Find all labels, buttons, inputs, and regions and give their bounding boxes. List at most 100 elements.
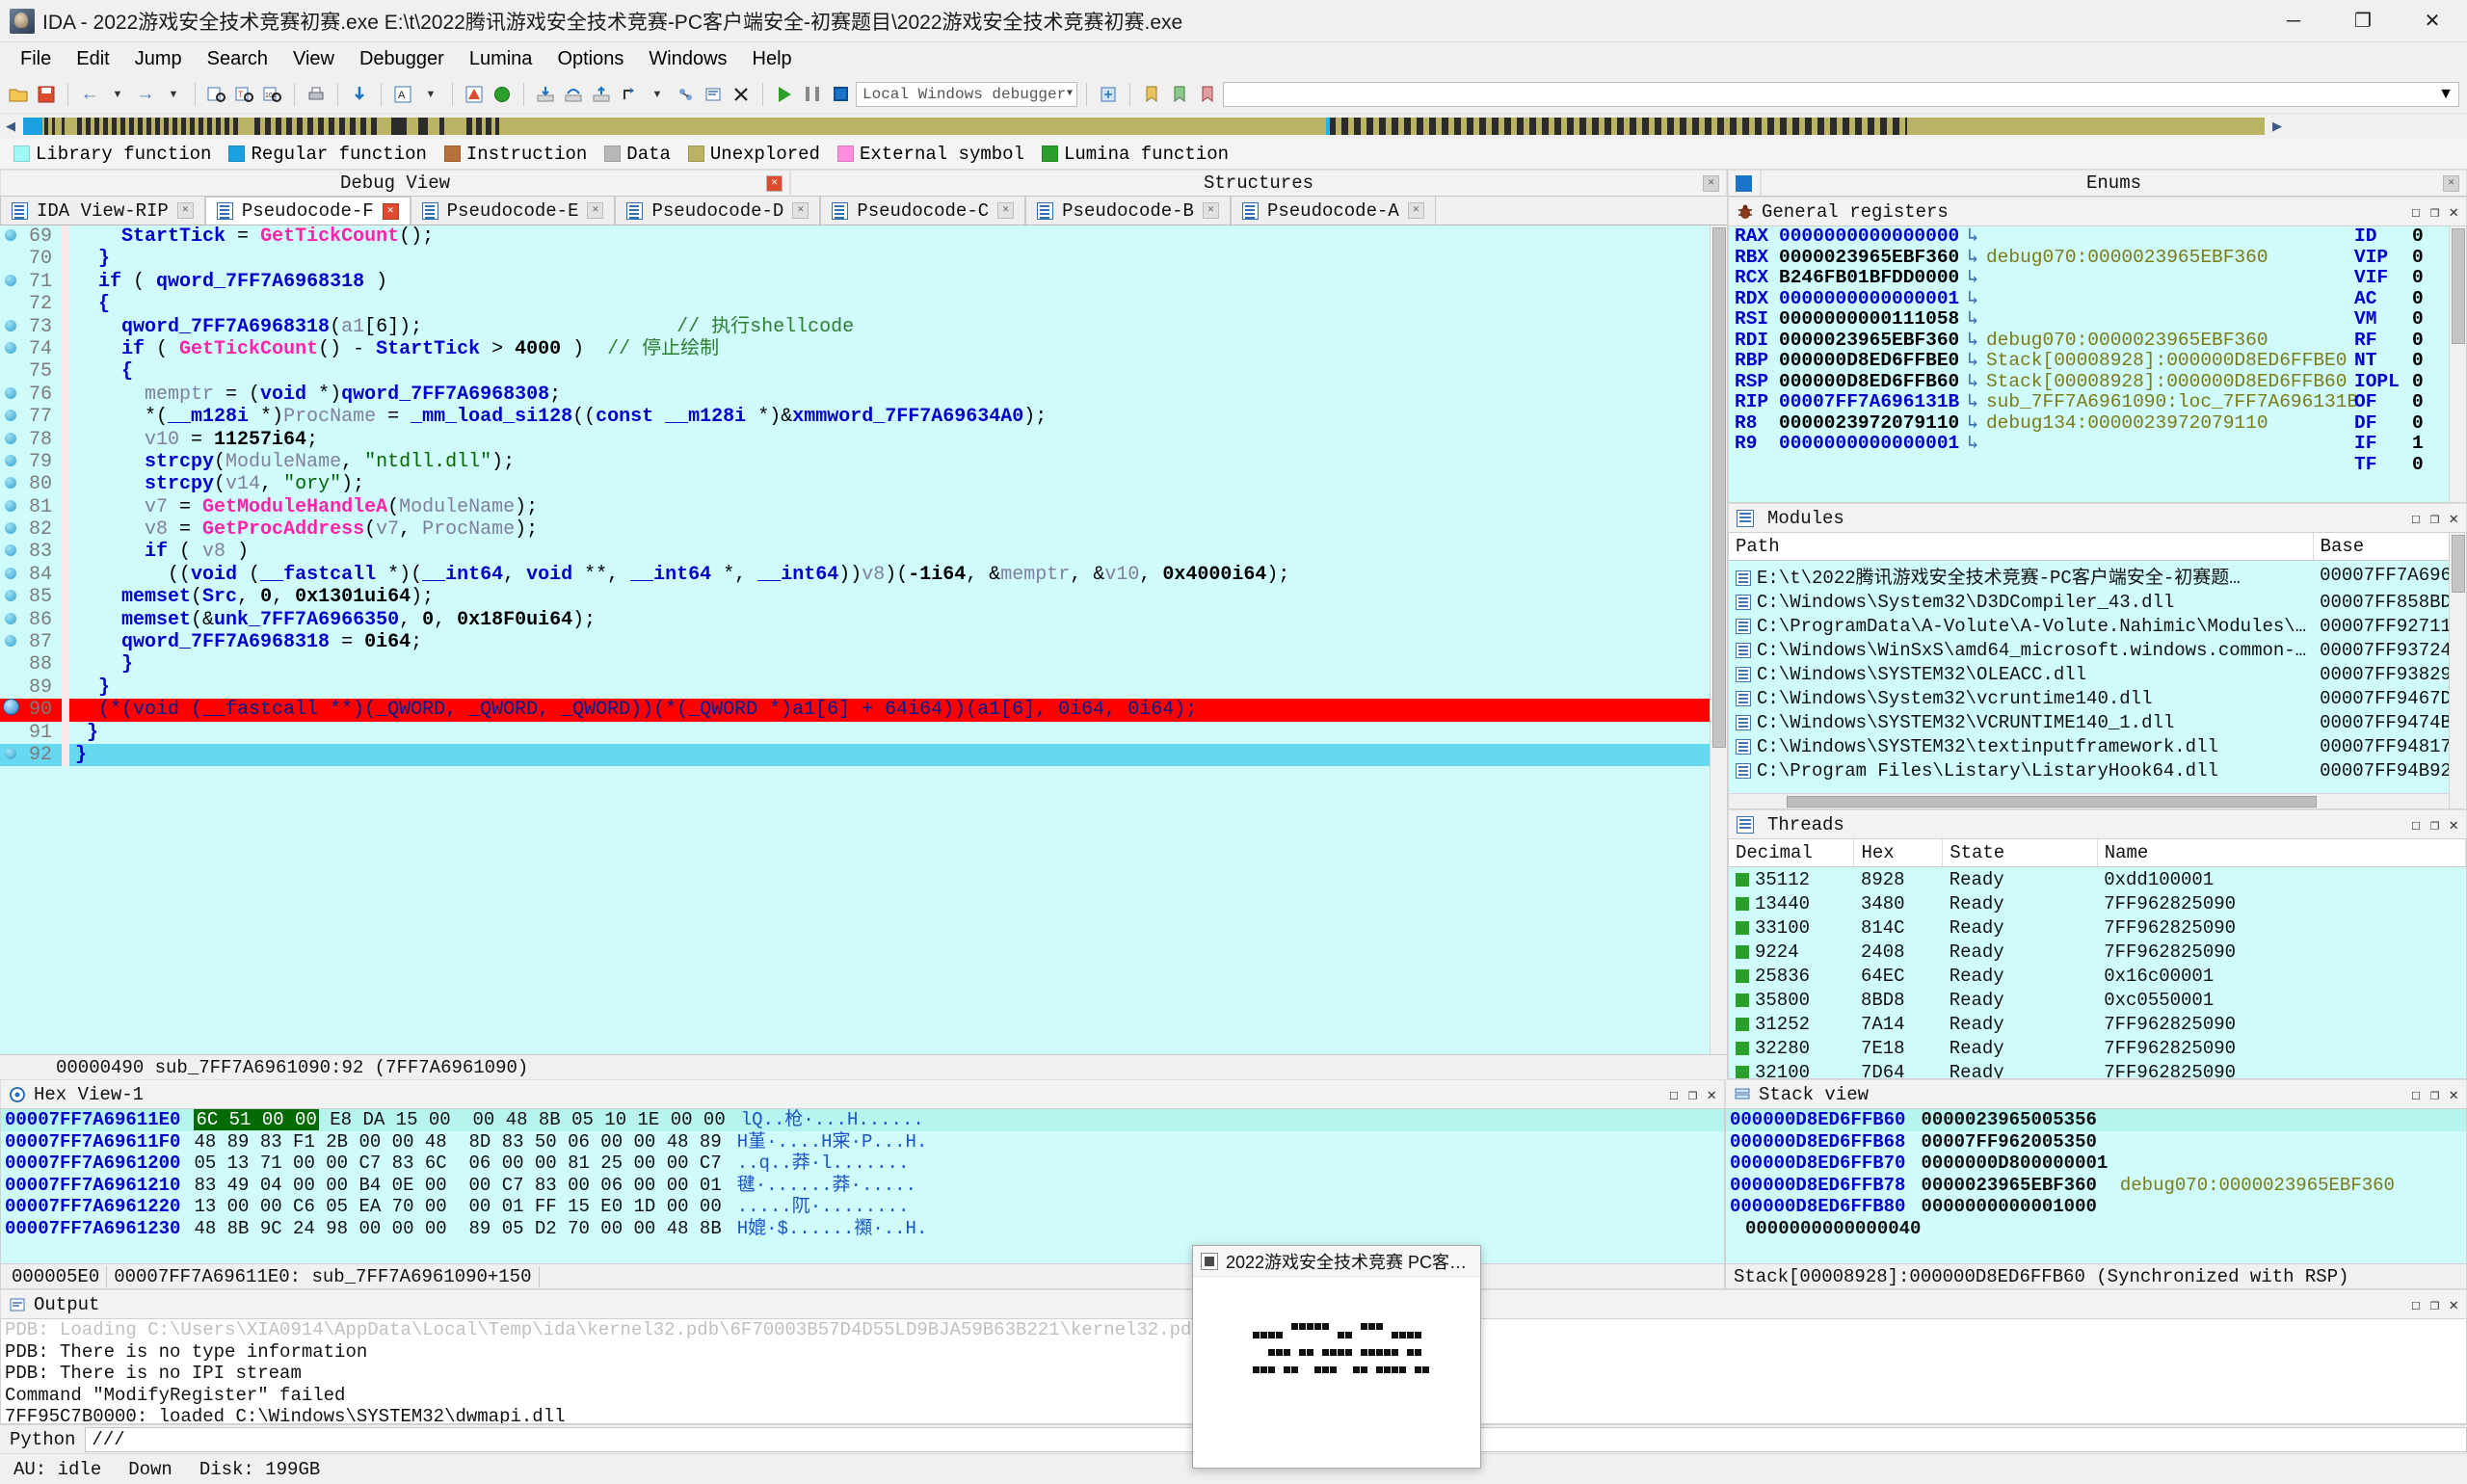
code-line[interactable]: 88 } [0, 653, 1727, 676]
search-sequence-icon[interactable]: 101 [260, 82, 285, 107]
table-row[interactable]: C:\Program Files\Listary\ListaryHook64.d… [1729, 758, 2466, 782]
bookmark-icon[interactable] [1139, 82, 1164, 107]
flag-value[interactable]: 0 [2412, 454, 2424, 476]
flag-row[interactable]: RF 0 [2354, 330, 2447, 352]
debugger-select[interactable]: Local Windows debugger ▼ [856, 81, 1077, 107]
flag-row[interactable]: TF 0 [2354, 454, 2447, 476]
follow-arrow-icon[interactable]: ↳ [1959, 371, 1986, 393]
hex-view-body[interactable]: 00007FF7A69611E0 6C 51 00 00 E8 DA 15 00 … [0, 1108, 1725, 1264]
flag-row[interactable]: DF 0 [2354, 412, 2447, 435]
column-decimal[interactable]: Decimal [1729, 839, 1855, 867]
dock-pin[interactable] [1728, 170, 1761, 197]
menu-lumina[interactable]: Lumina [457, 44, 545, 74]
flag-value[interactable]: 1 [2412, 433, 2424, 455]
download-arrow-icon[interactable] [347, 82, 372, 107]
code-line[interactable]: 84 ((void (__fastcall *)(__int64, void *… [0, 563, 1727, 587]
breakpoint-icon[interactable] [0, 451, 21, 473]
tab-pseudocode-f[interactable]: Pseudocode-F ✕ [204, 197, 411, 225]
flag-row[interactable]: VM 0 [2354, 308, 2447, 331]
restore-icon[interactable]: ❐ [2430, 202, 2440, 222]
minimize-icon[interactable]: ☐ [2411, 509, 2421, 528]
follow-arrow-icon[interactable]: ↳ [1959, 226, 1986, 248]
breakpoint-icon[interactable] [0, 384, 21, 406]
stack-row[interactable]: 000000D8ED6FFB68 00007FF962005350 [1726, 1131, 2466, 1153]
code-line[interactable]: 70 } [0, 248, 1727, 271]
menu-view[interactable]: View [280, 44, 347, 74]
tab-pseudocode-a[interactable]: Pseudocode-A ✕ [1230, 197, 1436, 225]
restore-icon[interactable]: ❐ [2430, 815, 2440, 835]
close-icon[interactable]: ✕ [1703, 175, 1719, 192]
register-value[interactable]: 0000023972079110 [1779, 412, 1959, 435]
table-row[interactable]: C:\Windows\System32\D3DCompiler_43.dll 00… [1729, 590, 2466, 614]
step-into-icon[interactable] [533, 82, 558, 107]
ascii-view-chevron-icon[interactable]: ▼ [418, 82, 443, 107]
tab-pseudocode-d[interactable]: Pseudocode-D ✕ [615, 197, 821, 225]
target-application-window[interactable]: 2022游戏安全技术竞赛 PC客… [1192, 1245, 1481, 1469]
stack-value[interactable]: 0000023965EBF360 [1905, 1175, 2096, 1197]
ascii-view-icon[interactable]: A [390, 82, 415, 107]
minimize-icon[interactable]: ☐ [2411, 1295, 2421, 1314]
breakpoint-list-icon[interactable] [462, 82, 487, 107]
code-line[interactable]: 92} [0, 743, 1727, 767]
close-icon[interactable]: ✕ [176, 202, 194, 219]
breakpoint-icon[interactable] [0, 473, 21, 495]
register-value[interactable]: 0000000000111058 [1779, 308, 1959, 331]
tab-pseudocode-c[interactable]: Pseudocode-C ✕ [820, 197, 1026, 225]
threads-body[interactable]: Decimal Hex State Name 35112 8928 Ready 0xd… [1728, 838, 2467, 1079]
hex-bytes[interactable]: 48 8B 9C 24 98 00 00 00 89 05 D2 70 00 0… [180, 1218, 721, 1240]
restore-icon[interactable]: ❐ [2430, 1085, 2440, 1104]
menu-jump[interactable]: Jump [122, 44, 195, 74]
close-button[interactable]: ✕ [2398, 0, 2467, 42]
trace-icon[interactable] [673, 82, 698, 107]
flag-row[interactable]: VIF 0 [2354, 267, 2447, 289]
registers-body[interactable]: RAX 0000000000000000 ↳ RBX 0000023965EBF360 ↳… [1728, 225, 2467, 503]
step-out-icon[interactable] [589, 82, 614, 107]
registers-scrollbar[interactable] [2449, 226, 2466, 502]
run-to-cursor-icon[interactable] [490, 82, 515, 107]
flag-value[interactable]: 0 [2412, 288, 2424, 310]
breakpoint-icon[interactable] [0, 631, 21, 653]
stack-row[interactable]: 000000D8ED6FFB60 0000023965005356 [1726, 1109, 2466, 1131]
modules-hscroll[interactable] [1729, 793, 2449, 808]
terminate-icon[interactable] [729, 82, 754, 107]
hex-bytes[interactable]: 83 49 04 00 00 B4 0E 00 00 C7 83 00 06 0… [180, 1175, 721, 1197]
quick-filter-combo[interactable]: ▼ [1223, 81, 2459, 107]
close-icon[interactable]: ✕ [2449, 1295, 2458, 1314]
hex-bytes[interactable]: 13 00 00 C6 05 EA 70 00 00 01 FF 15 E0 1… [180, 1196, 721, 1218]
minimize-icon[interactable]: ☐ [2411, 815, 2421, 835]
breakpoint-icon[interactable] [0, 586, 21, 608]
code-line[interactable]: 90 (*(void (__fastcall **)(_QWORD, _QWOR… [0, 698, 1727, 722]
stack-value[interactable]: 0000000D800000001 [1905, 1153, 2108, 1175]
breakpoint-icon[interactable] [0, 698, 21, 722]
search-text-icon[interactable]: T [232, 82, 257, 107]
menu-edit[interactable]: Edit [64, 44, 121, 74]
nav-right-icon[interactable]: ▶ [2267, 119, 2288, 134]
code-line[interactable]: 72 { [0, 293, 1727, 316]
register-value[interactable]: 00007FF7A696131B [1779, 391, 1959, 413]
breakpoint-icon[interactable] [0, 406, 21, 428]
pseudocode-view[interactable]: 69 StartTick = GetTickCount(); 70 } 71 if … [0, 225, 1727, 1054]
flag-row[interactable]: OF 0 [2354, 391, 2447, 413]
minimize-icon[interactable]: ☐ [1669, 1085, 1679, 1104]
code-line[interactable]: 86 memset(&unk_7FF7A6966350, 0, 0x18F0ui… [0, 608, 1727, 632]
search-hex-icon[interactable] [204, 82, 229, 107]
tab-pseudocode-e[interactable]: Pseudocode-E ✕ [410, 197, 616, 225]
table-row[interactable]: 35800 8BD8 Ready 0xc0550001 [1729, 988, 2466, 1012]
close-icon[interactable]: ✕ [2449, 202, 2458, 222]
breakpoint-icon[interactable] [0, 518, 21, 541]
code-line[interactable]: 82 v8 = GetProcAddress(v7, ProcName); [0, 518, 1727, 542]
back-icon[interactable]: ← [77, 82, 102, 107]
hex-bytes[interactable]: 48 89 83 F1 2B 00 00 48 8D 83 50 06 00 0… [180, 1131, 721, 1153]
scrollbar-thumb[interactable] [2452, 228, 2465, 344]
close-icon[interactable]: ✕ [766, 175, 783, 192]
register-value[interactable]: 000000D8ED6FFBE0 [1779, 350, 1959, 372]
modules-scrollbar[interactable] [2449, 533, 2466, 808]
table-row[interactable]: E:\t\2022腾讯游戏安全技术竞赛-PC客户端安全-初赛题… 00007FF7… [1729, 560, 2466, 590]
step-over-icon[interactable] [561, 82, 586, 107]
register-value[interactable]: 0000023965EBF360 [1779, 330, 1959, 352]
bookmark-add-icon[interactable] [1167, 82, 1192, 107]
flag-value[interactable]: 0 [2412, 308, 2424, 331]
code-line[interactable]: 81 v7 = GetModuleHandleA(ModuleName); [0, 495, 1727, 519]
stack-value[interactable]: 0000000000000040 [1730, 1218, 1921, 1240]
flag-value[interactable]: 0 [2412, 247, 2424, 269]
